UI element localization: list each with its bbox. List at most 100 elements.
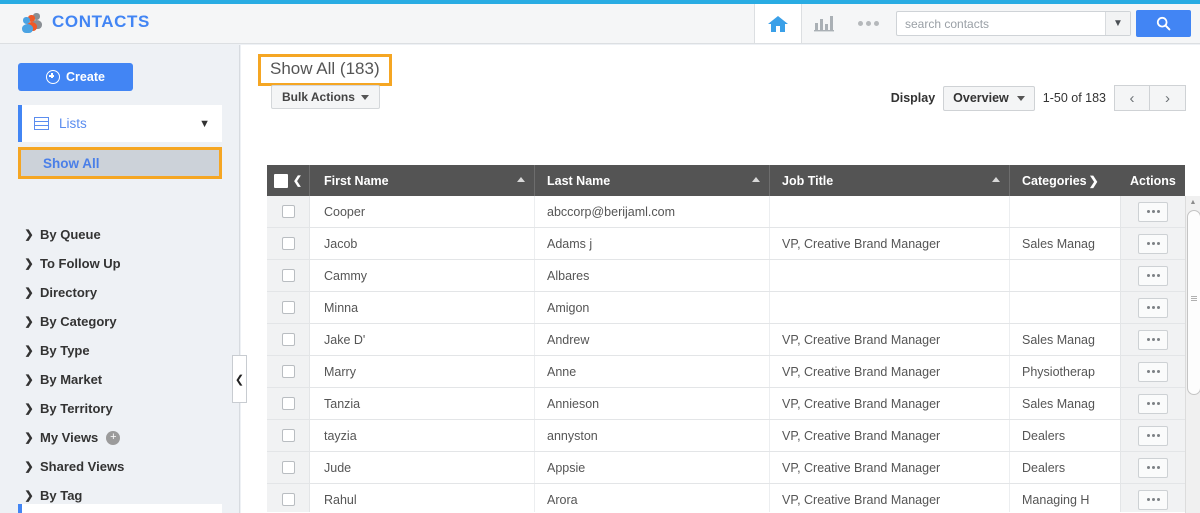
row-actions-button[interactable] [1138,297,1168,318]
row-actions-button[interactable] [1138,457,1168,478]
table-row[interactable]: Jake D' Andrew VP, Creative Brand Manager S… [267,324,1185,356]
table-row[interactable]: Minna Amigon [267,292,1185,324]
row-checkbox[interactable] [281,397,295,410]
cell-first-name: Minna [310,292,535,323]
column-header-first-name[interactable]: First Name [310,165,535,196]
sidebar-section-lists[interactable]: Lists ▼ [18,105,222,142]
row-checkbox[interactable] [281,205,295,218]
row-checkbox[interactable] [281,333,295,346]
chevron-left-icon: ‹ [1129,89,1135,107]
sidebar-item-directory[interactable]: ❯ Directory [18,278,222,307]
sort-ascending-icon [992,177,1000,182]
table-row[interactable]: Tanzia Annieson VP, Creative Brand Manager… [267,388,1185,420]
row-checkbox[interactable] [281,269,295,282]
bulk-actions-button[interactable]: Bulk Actions [271,85,380,109]
chevron-left-icon[interactable]: ❮ [293,174,302,187]
home-button[interactable] [754,4,802,43]
scrollbar-thumb[interactable] [1187,210,1200,395]
row-select-cell[interactable] [267,452,310,483]
row-select-cell[interactable] [267,388,310,419]
row-checkbox[interactable] [281,461,295,474]
record-range: 1-50 of 183 [1042,91,1106,105]
row-actions-button[interactable] [1138,361,1168,382]
row-actions-cell[interactable] [1120,452,1185,483]
row-checkbox[interactable] [281,301,295,314]
row-select-cell[interactable] [267,484,310,512]
row-actions-button[interactable] [1138,393,1168,414]
sidebar-item-show-all[interactable]: Show All [18,147,222,179]
cell-last-name: Arora [535,484,770,512]
row-select-cell[interactable] [267,196,310,227]
prev-page-button[interactable]: ‹ [1114,85,1150,111]
cell-last-name: Adams j [535,228,770,259]
display-mode-value: Overview [953,91,1009,105]
chevron-right-icon[interactable]: ❯ [1089,174,1099,188]
column-header-last-name[interactable]: Last Name [535,165,770,196]
row-checkbox[interactable] [281,429,295,442]
sidebar-item-by-type[interactable]: ❯ By Type [18,336,222,365]
row-actions-button[interactable] [1138,201,1168,222]
grid-icon [34,117,49,130]
table-row[interactable]: Marry Anne VP, Creative Brand Manager Physi… [267,356,1185,388]
table-row[interactable]: Cammy Albares [267,260,1185,292]
sidebar-item-by-queue[interactable]: ❯ By Queue [18,220,222,249]
sidebar-item-shared-views[interactable]: ❯ Shared Views [18,452,222,481]
row-actions-button[interactable] [1138,425,1168,446]
row-select-cell[interactable] [267,356,310,387]
row-checkbox[interactable] [281,237,295,250]
more-button[interactable] [846,4,890,43]
table-row[interactable]: Rahul Arora VP, Creative Brand Manager Mana… [267,484,1185,512]
scroll-up-button[interactable]: ▲ [1186,196,1200,209]
row-actions-cell[interactable] [1120,324,1185,355]
sidebar-collapse-handle[interactable]: ❮ [232,355,247,403]
search-input[interactable] [897,16,1105,31]
table-row[interactable]: tayzia annyston VP, Creative Brand Manager… [267,420,1185,452]
row-select-cell[interactable] [267,260,310,291]
search-scope-dropdown[interactable]: ▼ [1105,12,1130,35]
row-actions-button[interactable] [1138,233,1168,254]
row-actions-cell[interactable] [1120,196,1185,227]
search-button[interactable] [1136,10,1191,37]
row-checkbox[interactable] [281,493,295,506]
row-actions-cell[interactable] [1120,356,1185,387]
sidebar-item-my-views[interactable]: ❯ My Views + [18,423,222,452]
row-select-cell[interactable] [267,324,310,355]
table-row[interactable]: Jude Appsie VP, Creative Brand Manager Deal… [267,452,1185,484]
row-select-cell[interactable] [267,292,310,323]
row-actions-button[interactable] [1138,489,1168,510]
row-actions-cell[interactable] [1120,484,1185,512]
display-mode-select[interactable]: Overview [943,85,1035,111]
row-select-cell[interactable] [267,228,310,259]
table-row[interactable]: Cooper abccorp@berijaml.com [267,196,1185,228]
row-actions-cell[interactable] [1120,260,1185,291]
table-row[interactable]: Jacob Adams j VP, Creative Brand Manager Sa… [267,228,1185,260]
cell-categories [1010,292,1120,323]
table-vertical-scrollbar[interactable]: ▲ [1185,196,1200,513]
row-actions-cell[interactable] [1120,388,1185,419]
bar-chart-icon [814,16,834,32]
sidebar-item-label: Shared Views [40,459,125,474]
add-view-button[interactable]: + [106,430,121,445]
next-page-button[interactable]: › [1150,85,1186,111]
row-actions-cell[interactable] [1120,292,1185,323]
row-actions-button[interactable] [1138,265,1168,286]
row-actions-button[interactable] [1138,329,1168,350]
column-header-job-title[interactable]: Job Title [770,165,1010,196]
row-select-cell[interactable] [267,420,310,451]
sidebar-item-to-follow-up[interactable]: ❯ To Follow Up [18,249,222,278]
cell-job-title: VP, Creative Brand Manager [770,484,1010,512]
sidebar-section-useful-links-visible[interactable]: 🔗 Useful Links ❯ [18,504,222,513]
select-all-header[interactable]: ❮ [267,165,310,196]
row-actions-cell[interactable] [1120,420,1185,451]
column-header-label: Actions [1130,173,1176,188]
row-checkbox[interactable] [281,365,295,378]
row-actions-cell[interactable] [1120,228,1185,259]
sidebar-item-by-market[interactable]: ❯ By Market [18,365,222,394]
checkbox-icon[interactable] [273,173,288,188]
sidebar-item-by-territory[interactable]: ❯ By Territory [18,394,222,423]
column-header-categories[interactable]: Categories ❯ [1010,165,1120,196]
create-button[interactable]: Create [18,63,133,91]
sidebar-item-by-category[interactable]: ❯ By Category [18,307,222,336]
cell-categories: Sales Manag [1022,236,1095,251]
reports-button[interactable] [802,4,846,43]
